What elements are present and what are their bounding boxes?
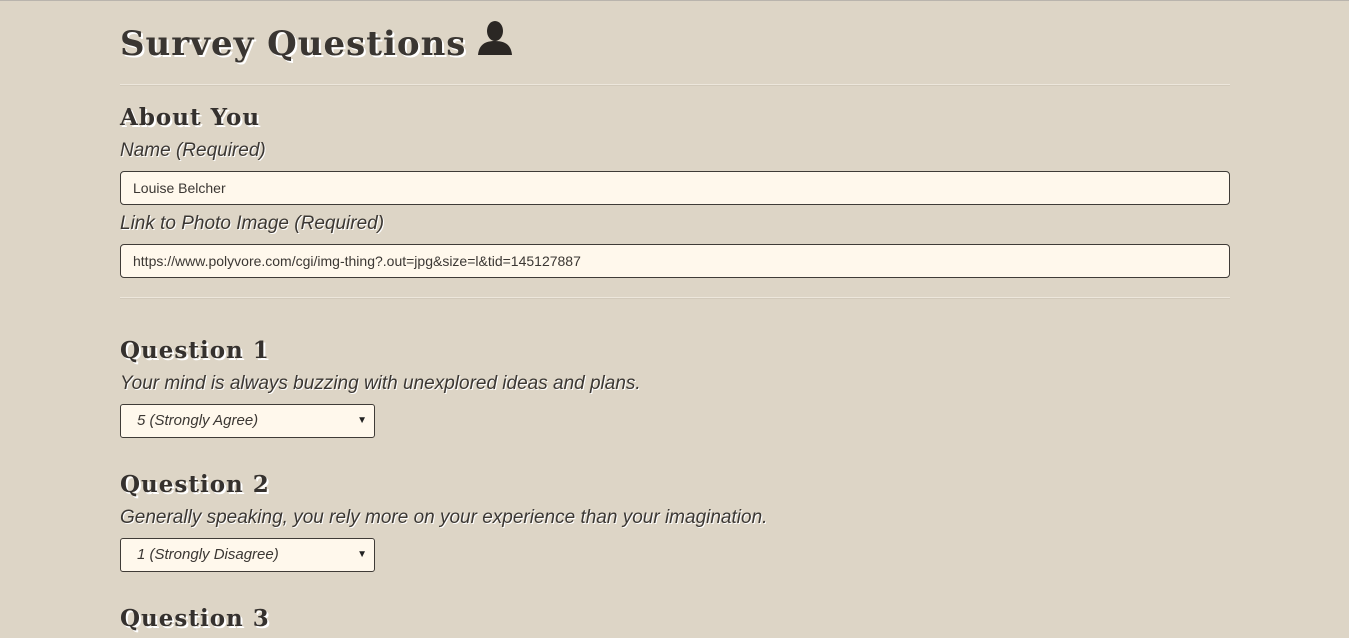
question-1-selected-value: 5 (Strongly Agree) [137,412,259,429]
question-2-selected-value: 1 (Strongly Disagree) [137,546,279,563]
page-title-text: Survey Questions [120,24,467,64]
name-input[interactable] [120,171,1230,205]
divider [120,84,1230,86]
chevron-down-icon: ▼ [357,415,367,426]
photo-link-label: Link to Photo Image (Required) [120,213,385,234]
page-title: Survey Questions [120,20,514,69]
photo-link-input[interactable] [120,244,1230,278]
divider [120,297,1230,299]
question-1-select[interactable]: 5 (Strongly Agree) ▼ [120,404,375,438]
question-1-heading: Question 1 [120,337,270,364]
question-2-heading: Question 2 [120,471,270,498]
question-2-text: Generally speaking, you rely more on you… [120,507,768,528]
question-3-heading: Question 3 [120,605,270,632]
question-1-text: Your mind is always buzzing with unexplo… [120,373,641,394]
user-silhouette-icon [476,20,514,69]
question-2-select[interactable]: 1 (Strongly Disagree) ▼ [120,538,375,572]
name-label: Name (Required) [120,140,266,161]
chevron-down-icon: ▼ [357,549,367,560]
about-heading: About You [120,104,261,131]
